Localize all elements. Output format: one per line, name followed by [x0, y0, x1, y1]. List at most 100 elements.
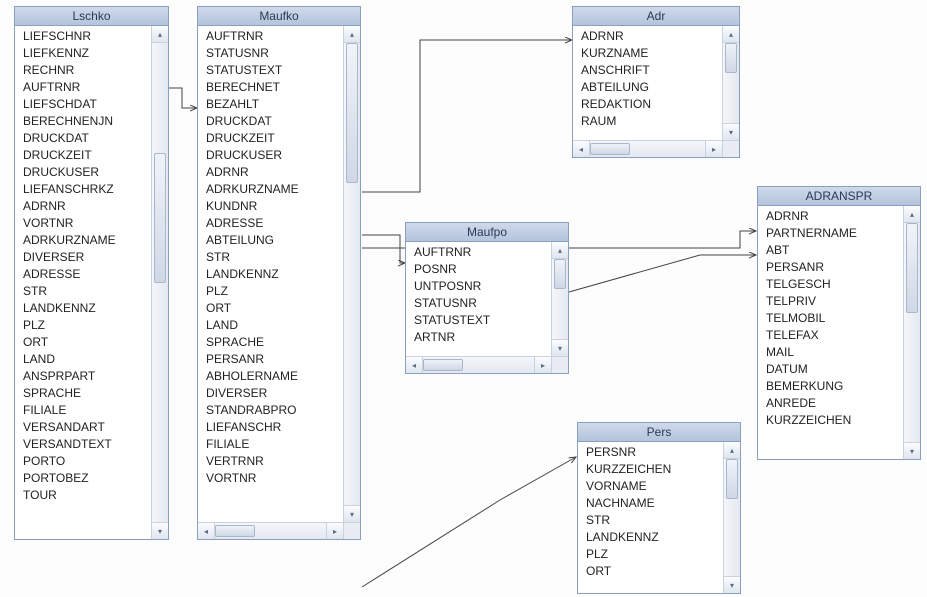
horizontal-scrollbar[interactable]: ◂ ▸ — [406, 356, 551, 373]
scroll-up-icon[interactable]: ▴ — [152, 26, 168, 43]
field-item[interactable]: AUFTRNR — [23, 79, 145, 96]
field-item[interactable]: BERECHNET — [206, 79, 337, 96]
field-item[interactable]: DRUCKZEIT — [206, 130, 337, 147]
field-item[interactable]: DRUCKDAT — [206, 113, 337, 130]
scroll-down-icon[interactable]: ▾ — [724, 576, 740, 593]
field-item[interactable]: ADRNR — [581, 28, 716, 45]
field-item[interactable]: ORT — [23, 334, 145, 351]
field-item[interactable]: DRUCKUSER — [23, 164, 145, 181]
field-item[interactable]: ORT — [206, 300, 337, 317]
field-item[interactable]: TELGESCH — [766, 276, 897, 293]
field-item[interactable]: PLZ — [23, 317, 145, 334]
field-item[interactable]: PERSANR — [206, 351, 337, 368]
field-item[interactable]: ADRESSE — [23, 266, 145, 283]
field-item[interactable]: PLZ — [586, 546, 717, 563]
scroll-down-icon[interactable]: ▾ — [344, 505, 360, 522]
field-item[interactable]: DRUCKUSER — [206, 147, 337, 164]
scroll-down-icon[interactable]: ▾ — [723, 123, 739, 140]
field-item[interactable]: TELEFAX — [766, 327, 897, 344]
field-item[interactable]: SPRACHE — [206, 334, 337, 351]
scroll-left-icon[interactable]: ◂ — [573, 141, 590, 157]
field-item[interactable]: ADRNR — [23, 198, 145, 215]
field-item[interactable]: PORTOBEZ — [23, 470, 145, 487]
vertical-scrollbar[interactable]: ▴ ▾ — [722, 26, 739, 140]
scroll-right-icon[interactable]: ▸ — [326, 523, 343, 539]
vertical-scrollbar[interactable]: ▴ ▾ — [551, 242, 568, 356]
scroll-down-icon[interactable]: ▾ — [152, 522, 168, 539]
field-item[interactable]: DRUCKDAT — [23, 130, 145, 147]
field-item[interactable]: RAUM — [581, 113, 716, 130]
scroll-left-icon[interactable]: ◂ — [406, 357, 423, 373]
field-item[interactable]: VORTNR — [23, 215, 145, 232]
field-item[interactable]: ABTEILUNG — [206, 232, 337, 249]
field-item[interactable]: FILIALE — [23, 402, 145, 419]
scroll-up-icon[interactable]: ▴ — [552, 242, 568, 259]
field-item[interactable]: STANDRABPRO — [206, 402, 337, 419]
field-item[interactable]: RECHNR — [23, 62, 145, 79]
field-item[interactable]: ANREDE — [766, 395, 897, 412]
field-item[interactable]: ARTNR — [414, 329, 545, 346]
vertical-scrollbar[interactable]: ▴ ▾ — [903, 206, 920, 459]
field-item[interactable]: LAND — [206, 317, 337, 334]
field-item[interactable]: VERSANDTEXT — [23, 436, 145, 453]
field-item[interactable]: LIEFANSCHRKZ — [23, 181, 145, 198]
field-item[interactable]: STATUSNR — [414, 295, 545, 312]
field-item[interactable]: LIEFSCHNR — [23, 28, 145, 45]
field-item[interactable]: ADRKURZNAME — [23, 232, 145, 249]
field-item[interactable]: STATUSNR — [206, 45, 337, 62]
scroll-up-icon[interactable]: ▴ — [724, 442, 740, 459]
field-item[interactable]: VORTNR — [206, 470, 337, 487]
scroll-up-icon[interactable]: ▴ — [723, 26, 739, 43]
field-item[interactable]: ADRNR — [206, 164, 337, 181]
field-item[interactable]: LANDKENNZ — [586, 529, 717, 546]
field-item[interactable]: LIEFSCHDAT — [23, 96, 145, 113]
field-item[interactable]: DIVERSER — [23, 249, 145, 266]
field-item[interactable]: BEZAHLT — [206, 96, 337, 113]
field-item[interactable]: LAND — [23, 351, 145, 368]
table-lschko[interactable]: Lschko LIEFSCHNRLIEFKENNZRECHNRAUFTRNRLI… — [14, 6, 169, 540]
vertical-scrollbar[interactable]: ▴ ▾ — [151, 26, 168, 539]
field-item[interactable]: ADRKURZNAME — [206, 181, 337, 198]
field-item[interactable]: DRUCKZEIT — [23, 147, 145, 164]
field-item[interactable]: VORNAME — [586, 478, 717, 495]
field-item[interactable]: STR — [23, 283, 145, 300]
field-item[interactable]: MAIL — [766, 344, 897, 361]
scroll-up-icon[interactable]: ▴ — [904, 206, 920, 223]
field-item[interactable]: SPRACHE — [23, 385, 145, 402]
field-item[interactable]: TELPRIV — [766, 293, 897, 310]
field-item[interactable]: POSNR — [414, 261, 545, 278]
field-item[interactable]: KURZZEICHEN — [586, 461, 717, 478]
field-item[interactable]: REDAKTION — [581, 96, 716, 113]
vertical-scrollbar[interactable]: ▴ ▾ — [343, 26, 360, 522]
field-item[interactable]: DIVERSER — [206, 385, 337, 402]
field-item[interactable]: BEMERKUNG — [766, 378, 897, 395]
horizontal-scrollbar[interactable]: ◂ ▸ — [198, 522, 343, 539]
vertical-scrollbar[interactable]: ▴ ▾ — [723, 442, 740, 593]
field-item[interactable]: STATUSTEXT — [206, 62, 337, 79]
scroll-right-icon[interactable]: ▸ — [705, 141, 722, 157]
field-item[interactable]: UNTPOSNR — [414, 278, 545, 295]
field-item[interactable]: ABHOLERNAME — [206, 368, 337, 385]
field-item[interactable]: TELMOBIL — [766, 310, 897, 327]
field-item[interactable]: ABT — [766, 242, 897, 259]
field-item[interactable]: LANDKENNZ — [206, 266, 337, 283]
table-pers[interactable]: Pers PERSNRKURZZEICHENVORNAMENACHNAMESTR… — [577, 422, 741, 594]
field-item[interactable]: VERTRNR — [206, 453, 337, 470]
field-item[interactable]: ADRNR — [766, 208, 897, 225]
field-item[interactable]: ANSCHRIFT — [581, 62, 716, 79]
field-item[interactable]: KUNDNR — [206, 198, 337, 215]
field-item[interactable]: VERSANDART — [23, 419, 145, 436]
table-adr[interactable]: Adr ADRNRKURZNAMEANSCHRIFTABTEILUNGREDAK… — [572, 6, 740, 158]
field-item[interactable]: AUFTRNR — [206, 28, 337, 45]
field-item[interactable]: PERSNR — [586, 444, 717, 461]
scroll-down-icon[interactable]: ▾ — [904, 442, 920, 459]
field-item[interactable]: LIEFANSCHR — [206, 419, 337, 436]
field-item[interactable]: ABTEILUNG — [581, 79, 716, 96]
field-item[interactable]: ANSPRPART — [23, 368, 145, 385]
field-item[interactable]: PARTNERNAME — [766, 225, 897, 242]
field-item[interactable]: PLZ — [206, 283, 337, 300]
field-item[interactable]: LANDKENNZ — [23, 300, 145, 317]
field-item[interactable]: NACHNAME — [586, 495, 717, 512]
field-item[interactable]: PORTO — [23, 453, 145, 470]
field-item[interactable]: TOUR — [23, 487, 145, 504]
